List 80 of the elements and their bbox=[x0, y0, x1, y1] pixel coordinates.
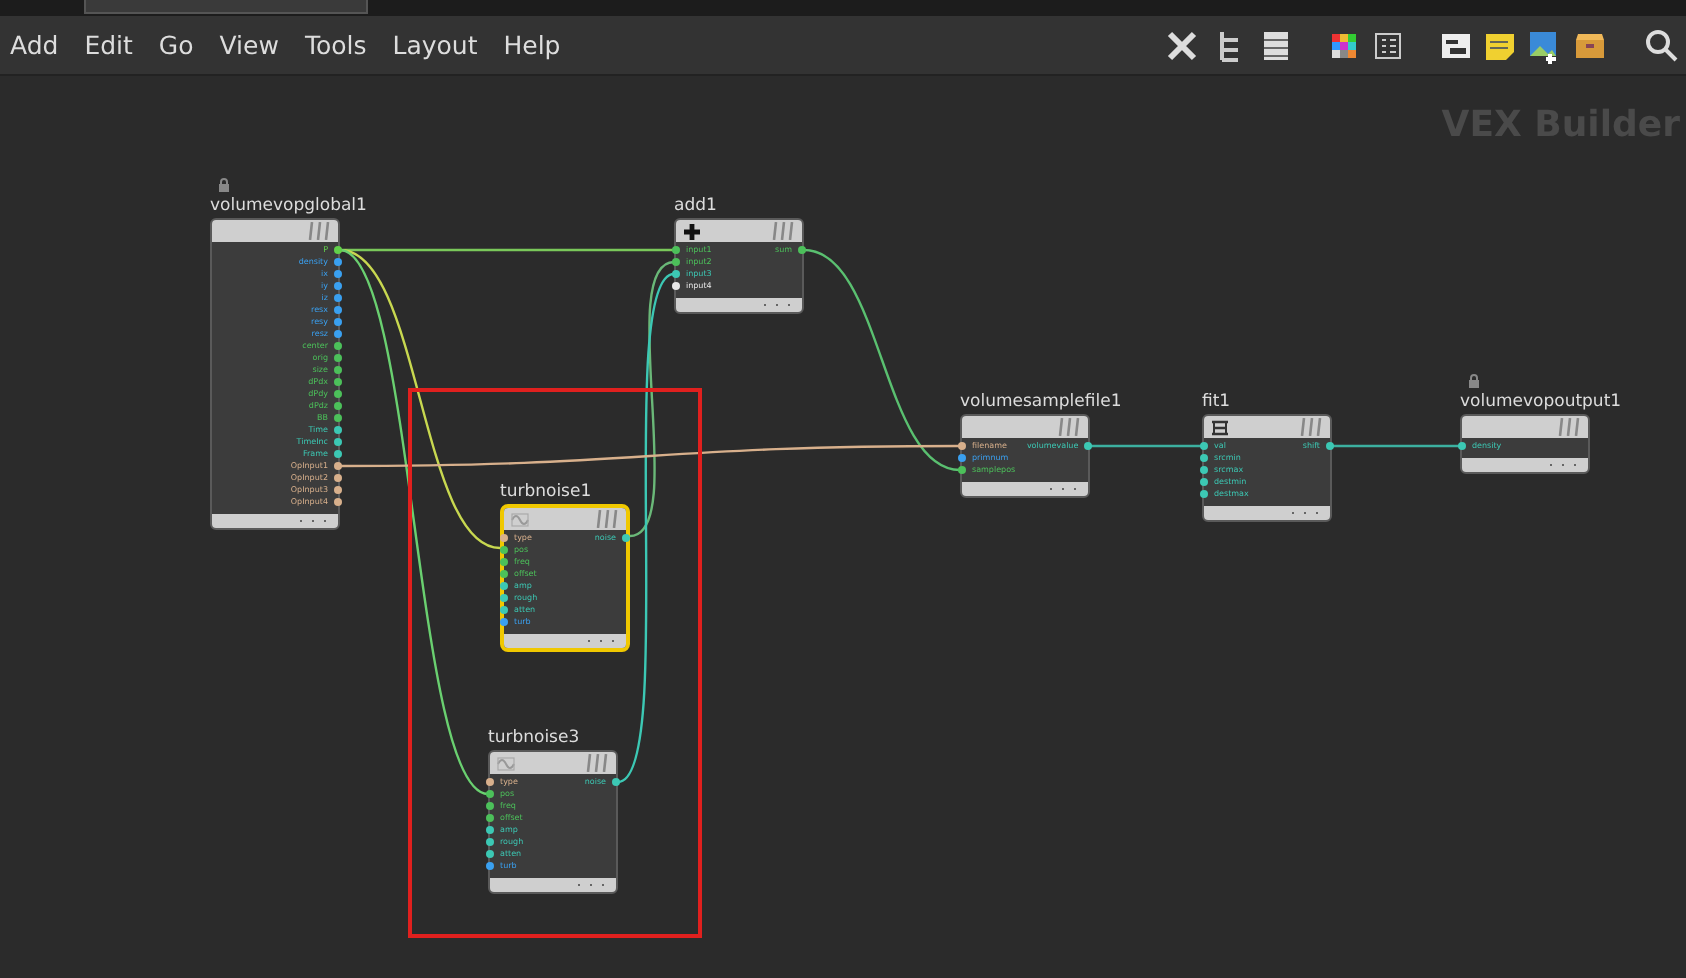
list-icon[interactable] bbox=[1260, 27, 1292, 63]
input-port[interactable] bbox=[1200, 466, 1208, 474]
lock-icon bbox=[1468, 374, 1480, 388]
input-port[interactable] bbox=[500, 594, 508, 602]
input-port[interactable] bbox=[486, 814, 494, 822]
output-port[interactable] bbox=[334, 438, 342, 446]
output-port[interactable] bbox=[334, 402, 342, 410]
output-port[interactable] bbox=[334, 270, 342, 278]
fit-icon bbox=[1210, 419, 1230, 435]
menu-item[interactable]: Go bbox=[158, 30, 194, 60]
output-port[interactable] bbox=[622, 534, 630, 542]
noise-icon bbox=[496, 755, 516, 771]
output-port[interactable] bbox=[334, 330, 342, 338]
output-port[interactable] bbox=[334, 282, 342, 290]
input-port[interactable] bbox=[1200, 490, 1208, 498]
search-icon[interactable] bbox=[1644, 27, 1680, 63]
input-port[interactable] bbox=[500, 618, 508, 626]
output-port[interactable] bbox=[334, 390, 342, 398]
input-port[interactable] bbox=[500, 582, 508, 590]
input-port[interactable] bbox=[672, 282, 680, 290]
output-port[interactable] bbox=[334, 294, 342, 302]
menu-item[interactable]: Add bbox=[10, 30, 59, 60]
output-port[interactable] bbox=[334, 414, 342, 422]
menu-item[interactable]: Edit bbox=[84, 30, 133, 60]
grid-icon[interactable] bbox=[1372, 27, 1404, 63]
output-port[interactable] bbox=[334, 258, 342, 266]
input-port[interactable] bbox=[500, 558, 508, 566]
output-port[interactable] bbox=[334, 306, 342, 314]
menu-item[interactable]: Tools bbox=[304, 30, 367, 60]
output-port[interactable] bbox=[334, 318, 342, 326]
input-port[interactable] bbox=[1200, 478, 1208, 486]
input-port[interactable] bbox=[672, 246, 680, 254]
input-port[interactable] bbox=[958, 454, 966, 462]
input-port[interactable] bbox=[486, 826, 494, 834]
menu-item[interactable]: View bbox=[219, 30, 279, 60]
output-port[interactable] bbox=[334, 246, 342, 254]
noise-icon bbox=[510, 511, 530, 527]
output-port[interactable] bbox=[334, 342, 342, 350]
input-port[interactable] bbox=[486, 862, 494, 870]
image-icon[interactable] bbox=[1528, 27, 1560, 63]
output-port[interactable] bbox=[334, 426, 342, 434]
node-name: turbnoise3 bbox=[488, 728, 580, 750]
input-port[interactable] bbox=[500, 534, 508, 542]
plus-icon bbox=[682, 221, 702, 241]
input-port[interactable] bbox=[958, 442, 966, 450]
node-name: volumevopglobal1 bbox=[210, 196, 367, 218]
input-port[interactable] bbox=[958, 466, 966, 474]
output-port[interactable] bbox=[798, 246, 806, 254]
input-port[interactable] bbox=[486, 850, 494, 858]
node-name: fit1 bbox=[1202, 392, 1231, 414]
input-port[interactable] bbox=[500, 606, 508, 614]
output-port[interactable] bbox=[1326, 442, 1334, 450]
input-port[interactable] bbox=[500, 570, 508, 578]
input-port[interactable] bbox=[486, 802, 494, 810]
output-port[interactable] bbox=[334, 474, 342, 482]
input-port[interactable] bbox=[672, 258, 680, 266]
input-port[interactable] bbox=[1458, 442, 1466, 450]
output-port[interactable] bbox=[1084, 442, 1092, 450]
lock-icon bbox=[218, 178, 230, 192]
node-name: volumesamplefile1 bbox=[960, 392, 1122, 414]
node-name: turbnoise1 bbox=[500, 482, 592, 504]
output-port[interactable] bbox=[334, 378, 342, 386]
input-port[interactable] bbox=[672, 270, 680, 278]
input-port[interactable] bbox=[486, 778, 494, 786]
menu-item[interactable]: Layout bbox=[392, 30, 478, 60]
input-port[interactable] bbox=[1200, 454, 1208, 462]
menu-item[interactable]: Help bbox=[503, 30, 561, 60]
output-port[interactable] bbox=[334, 354, 342, 362]
input-port[interactable] bbox=[1200, 442, 1208, 450]
output-port[interactable] bbox=[334, 498, 342, 506]
node-name: volumevopoutput1 bbox=[1460, 392, 1622, 414]
output-port[interactable] bbox=[612, 778, 620, 786]
input-port[interactable] bbox=[486, 838, 494, 846]
node-name: add1 bbox=[674, 196, 717, 218]
output-port[interactable] bbox=[334, 366, 342, 374]
input-port[interactable] bbox=[500, 546, 508, 554]
input-port[interactable] bbox=[486, 790, 494, 798]
output-port[interactable] bbox=[334, 450, 342, 458]
output-port[interactable] bbox=[334, 486, 342, 494]
output-port[interactable] bbox=[334, 462, 342, 470]
